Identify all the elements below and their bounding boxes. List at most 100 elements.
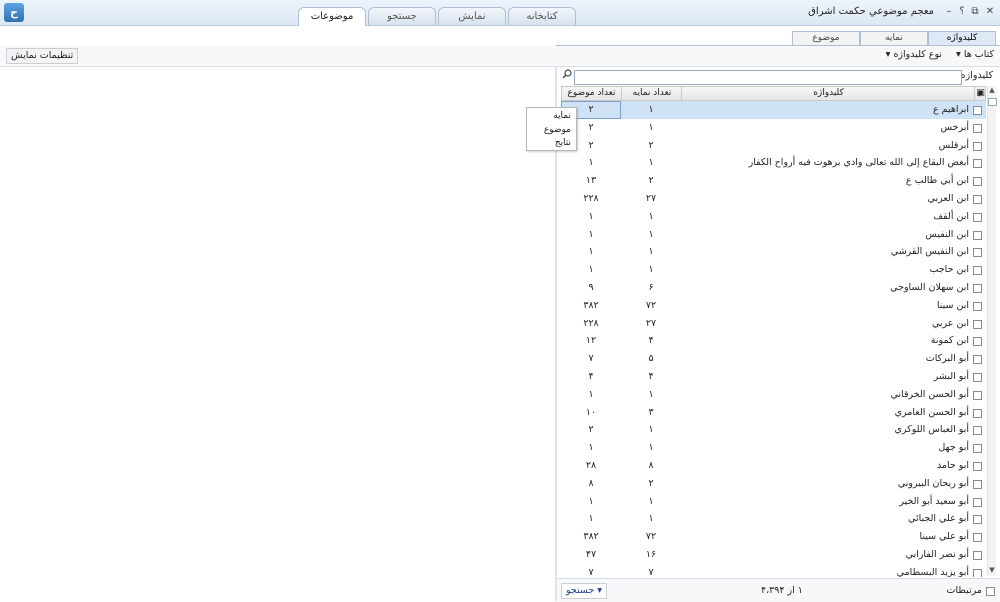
topic-count-cell: ۴۷	[585, 549, 597, 560]
table-row[interactable]: أبو جهل ۱ ۱	[561, 439, 986, 457]
table-row[interactable]: ابن العربي ۲۷ ۲۲۸	[561, 190, 986, 208]
keyword-cell: أبو جهل	[938, 442, 969, 454]
row-checkbox[interactable]	[973, 177, 982, 187]
topic-count-cell: ۱	[588, 264, 594, 276]
topic-count-cell: ۹	[588, 282, 594, 293]
keyword-search-input[interactable]	[574, 70, 962, 85]
topic-count-cell: ۷	[588, 353, 594, 365]
table-row[interactable]: أبو يزيد البسطامي ۷ ۷	[561, 564, 986, 577]
keyword-header[interactable]: کلیدواژه	[681, 87, 975, 100]
topic-count-cell: ۳۸۲	[583, 531, 599, 543]
row-checkbox[interactable]	[973, 497, 982, 507]
row-checkbox[interactable]	[973, 106, 982, 115]
table-row[interactable]: أبرخس ۱ ۲	[561, 119, 986, 137]
books-dropdown[interactable]: کتاب ها ▾	[956, 49, 994, 60]
row-checkbox[interactable]	[973, 301, 982, 311]
table-row[interactable]: أبو علي الجبائي ۱ ۱	[561, 510, 986, 528]
row-checkbox[interactable]	[973, 284, 982, 293]
help-button[interactable]: ؟	[956, 5, 968, 18]
index-count-cell: ۲	[648, 175, 654, 187]
table-row[interactable]: أبو سعيد أبو الخير ۱ ۱	[561, 493, 986, 511]
row-checkbox[interactable]	[973, 123, 982, 133]
row-checkbox[interactable]	[973, 141, 982, 151]
row-checkbox[interactable]	[973, 390, 982, 400]
row-checkbox[interactable]	[973, 337, 982, 347]
table-row[interactable]: ابن حاجب ۱ ۱	[561, 261, 986, 279]
table-row[interactable]: أبرقلس ۲ ۲	[561, 137, 986, 155]
topic-count-header[interactable]: تعداد موضوع	[562, 87, 621, 100]
row-checkbox[interactable]	[973, 195, 982, 204]
table-row[interactable]: ابن كمونة ۴ ۱۲	[561, 332, 986, 350]
tab-keyword[interactable]: کلیدواژه	[928, 31, 996, 45]
table-row[interactable]: ابو حامد ۸ ۲۸	[561, 457, 986, 475]
table-row[interactable]: أبو البشر ۴ ۴	[561, 368, 986, 386]
row-checkbox[interactable]	[973, 408, 982, 418]
row-checkbox[interactable]	[973, 551, 982, 560]
table-row[interactable]: أبو نصر الفارابي ۱۶ ۴۷	[561, 546, 986, 564]
index-count-cell: ۸	[648, 460, 654, 471]
tab-topics[interactable]: موضوعات	[298, 7, 366, 26]
topic-count-cell: ۱	[588, 495, 594, 507]
tab-topic[interactable]: موضوع	[792, 31, 860, 45]
row-checkbox[interactable]	[973, 230, 982, 240]
table-row[interactable]: أبغض البقاع إلى الله تعالى وادي برهوت في…	[561, 154, 986, 172]
tab-index[interactable]: نمایه	[860, 31, 928, 45]
table-row[interactable]: ابن عربي ۲۷ ۲۲۸	[561, 315, 986, 333]
table-row[interactable]: ابراهيم ع۱۲	[561, 101, 986, 119]
row-checkbox[interactable]	[973, 159, 982, 169]
index-count-cell: ۶	[648, 282, 654, 293]
row-checkbox[interactable]	[973, 373, 982, 382]
table-row[interactable]: ابن سينا ۷۲ ۳۸۲	[561, 297, 986, 315]
row-checkbox[interactable]	[973, 515, 982, 525]
index-count-cell: ۱	[648, 388, 654, 400]
table-row[interactable]: ابن أبي طالب ع ۲ ۱۳	[561, 172, 986, 190]
table-row[interactable]: ابن سهلان الساوجي ۶ ۹	[561, 279, 986, 297]
search-button[interactable]: جستجو ▾	[561, 583, 608, 599]
row-checkbox[interactable]	[973, 212, 982, 222]
table-row[interactable]: أبو العباس اللوكري ۱ ۲	[561, 421, 986, 439]
keyword-cell: ابن النفيس القرشي	[890, 246, 969, 258]
index-count-header[interactable]: تعداد نمایه	[621, 87, 682, 100]
scroll-up-icon[interactable]: ▲	[988, 86, 996, 94]
restore-icon[interactable]: ⧉	[969, 5, 981, 18]
table-row[interactable]: ابن النفيس القرشي ۱ ۱	[561, 243, 986, 261]
topic-count-cell: ۴	[588, 371, 594, 382]
row-checkbox[interactable]	[973, 248, 982, 258]
sort-arrow-icon[interactable]: ▾	[975, 88, 984, 101]
table-row[interactable]: ابن النفيس ۱ ۱	[561, 226, 986, 244]
menu-item-index[interactable]: نمایه	[553, 111, 571, 121]
context-menu: نمایه موضوع نتایج	[526, 107, 577, 151]
table-row[interactable]: أبو ريحان البيروني ۲ ۸	[561, 475, 986, 493]
row-checkbox[interactable]	[973, 462, 982, 471]
table-row[interactable]: ابن ألقف ۱ ۱	[561, 208, 986, 226]
row-checkbox[interactable]	[973, 266, 982, 276]
row-checkbox[interactable]	[973, 533, 982, 543]
vertical-scrollbar[interactable]: ▲ ▼	[987, 86, 997, 576]
row-checkbox[interactable]	[973, 568, 982, 577]
tab-display[interactable]: نمایش	[438, 7, 506, 25]
minimize-icon[interactable]: –	[943, 5, 955, 18]
search-icon[interactable]	[561, 69, 572, 81]
menu-item-results[interactable]: نتایج	[555, 138, 571, 148]
row-checkbox[interactable]	[973, 355, 982, 365]
table-row[interactable]: أبو علي سينا ۷۲ ۳۸۲	[561, 528, 986, 546]
row-checkbox[interactable]	[973, 319, 982, 329]
table-row[interactable]: أبو الحسن العامري ۳ ۱۰	[561, 404, 986, 422]
keyword-type-dropdown[interactable]: نوع کلیدواژه ▾	[886, 49, 942, 60]
scroll-thumb[interactable]	[988, 98, 997, 106]
row-checkbox[interactable]	[973, 426, 982, 436]
tab-search[interactable]: جستجو	[368, 7, 436, 25]
index-count-cell: ۱	[648, 513, 654, 525]
scroll-down-icon[interactable]: ▼	[988, 566, 996, 574]
row-checkbox[interactable]	[973, 479, 982, 489]
menu-item-topic[interactable]: موضوع	[544, 125, 571, 135]
index-count-cell: ۲	[648, 139, 654, 151]
tab-library[interactable]: کتابخانه	[508, 7, 576, 25]
sub-tabs: موضوع نمایه کلیدواژه	[792, 31, 996, 45]
display-settings-button[interactable]: تنظیمات نمایش	[6, 48, 79, 64]
table-row[interactable]: أبو الحسن الخرقاني ۱ ۱	[561, 386, 986, 404]
table-row[interactable]: أبو البركات ۵ ۷	[561, 350, 986, 368]
row-checkbox[interactable]	[973, 444, 982, 454]
related-checkbox[interactable]	[986, 587, 995, 596]
close-icon[interactable]: ✕	[984, 5, 996, 18]
